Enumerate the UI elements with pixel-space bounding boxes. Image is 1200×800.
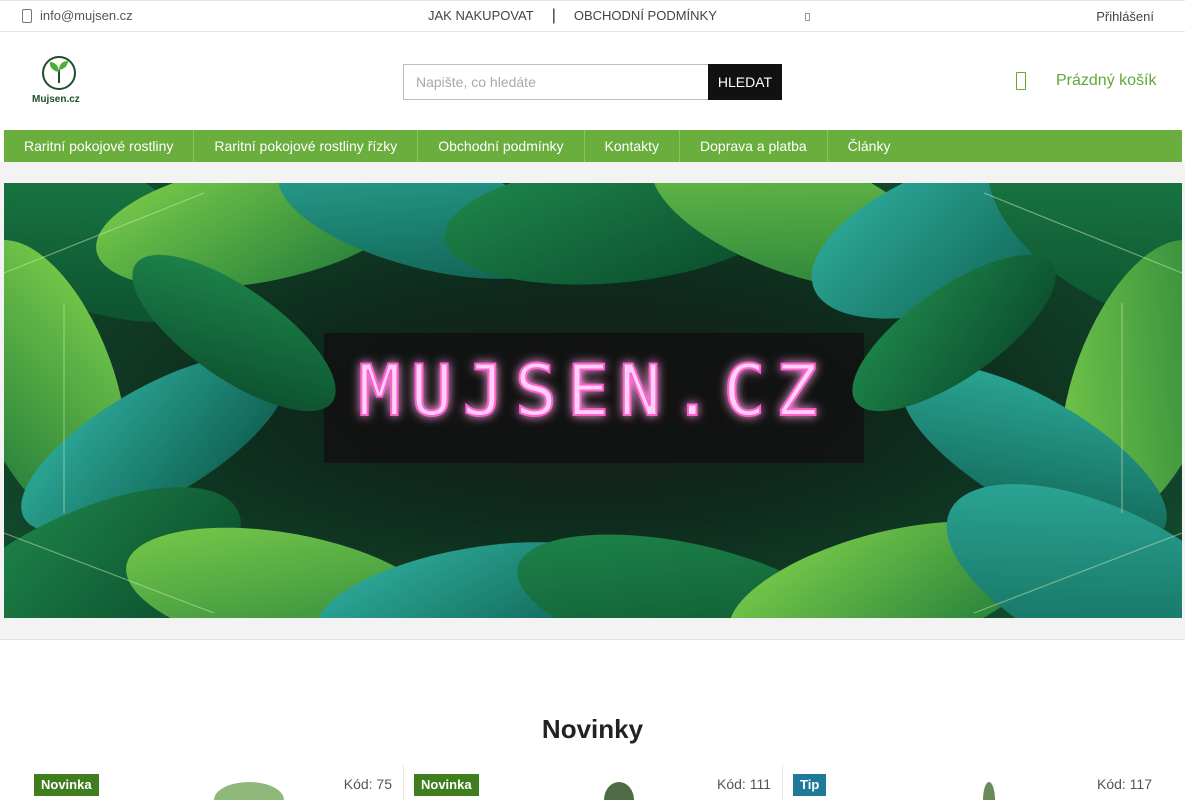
nav-item-terms[interactable]: Obchodní podmínky [418, 130, 585, 162]
search-button[interactable]: HLEDAT [708, 64, 782, 100]
email-text[interactable]: info@mujsen.cz [40, 8, 133, 23]
nav-item-articles[interactable]: Články [828, 130, 911, 162]
hero-banner[interactable]: MUJSEN.CZ [4, 183, 1182, 618]
cart-icon[interactable] [1016, 72, 1026, 90]
product-card[interactable]: Novinka Kód: 111 [403, 765, 781, 800]
product-badge: Tip [793, 774, 827, 796]
cart[interactable]: Prázdný košík [1016, 72, 1156, 90]
product-image[interactable] [214, 782, 284, 800]
product-card[interactable]: Novinka Kód: 75 [24, 765, 402, 800]
phone-icon [22, 8, 32, 23]
top-link-terms[interactable]: OBCHODNÍ PODMÍNKY [574, 8, 717, 23]
product-badge: Novinka [34, 774, 99, 796]
main-nav: Raritní pokojové rostliny Raritní pokojo… [4, 130, 1182, 162]
search-input[interactable] [403, 64, 708, 100]
dropdown-icon[interactable] [805, 13, 810, 21]
search-bar: HLEDAT [403, 64, 782, 100]
top-link-separator: | [551, 7, 556, 24]
product-code: Kód: 117 [1096, 776, 1152, 792]
top-link-how-to-buy[interactable]: JAK NAKUPOVAT [428, 8, 534, 23]
nav-item-rare-plants[interactable]: Raritní pokojové rostliny [4, 130, 195, 162]
top-links: JAK NAKUPOVAT | OBCHODNÍ PODMÍNKY [428, 7, 717, 24]
nav-item-rare-plant-cuttings[interactable]: Raritní pokojové rostliny řízky [194, 130, 419, 162]
product-image[interactable] [604, 782, 634, 800]
banner-neon-text: MUJSEN.CZ [358, 350, 827, 432]
product-badge: Novinka [414, 774, 479, 796]
cart-label[interactable]: Prázdný košík [1056, 72, 1156, 90]
email-contact[interactable]: info@mujsen.cz [22, 8, 133, 23]
product-code: Kód: 111 [717, 776, 771, 792]
nav-item-shipping[interactable]: Doprava a platba [680, 130, 828, 162]
product-image[interactable] [983, 782, 995, 800]
product-card[interactable]: Tip Kód: 117 [782, 765, 1162, 800]
section-title: Novinky [541, 714, 644, 744]
nav-item-contacts[interactable]: Kontakty [585, 130, 681, 162]
logo-text: Mujsen.cz [32, 94, 80, 105]
login-link[interactable]: Přihlášení [1096, 9, 1154, 24]
top-bar: info@mujsen.cz JAK NAKUPOVAT | OBCHODNÍ … [0, 0, 1185, 32]
banner-image: MUJSEN.CZ [4, 183, 1182, 618]
product-code: Kód: 75 [343, 776, 392, 792]
